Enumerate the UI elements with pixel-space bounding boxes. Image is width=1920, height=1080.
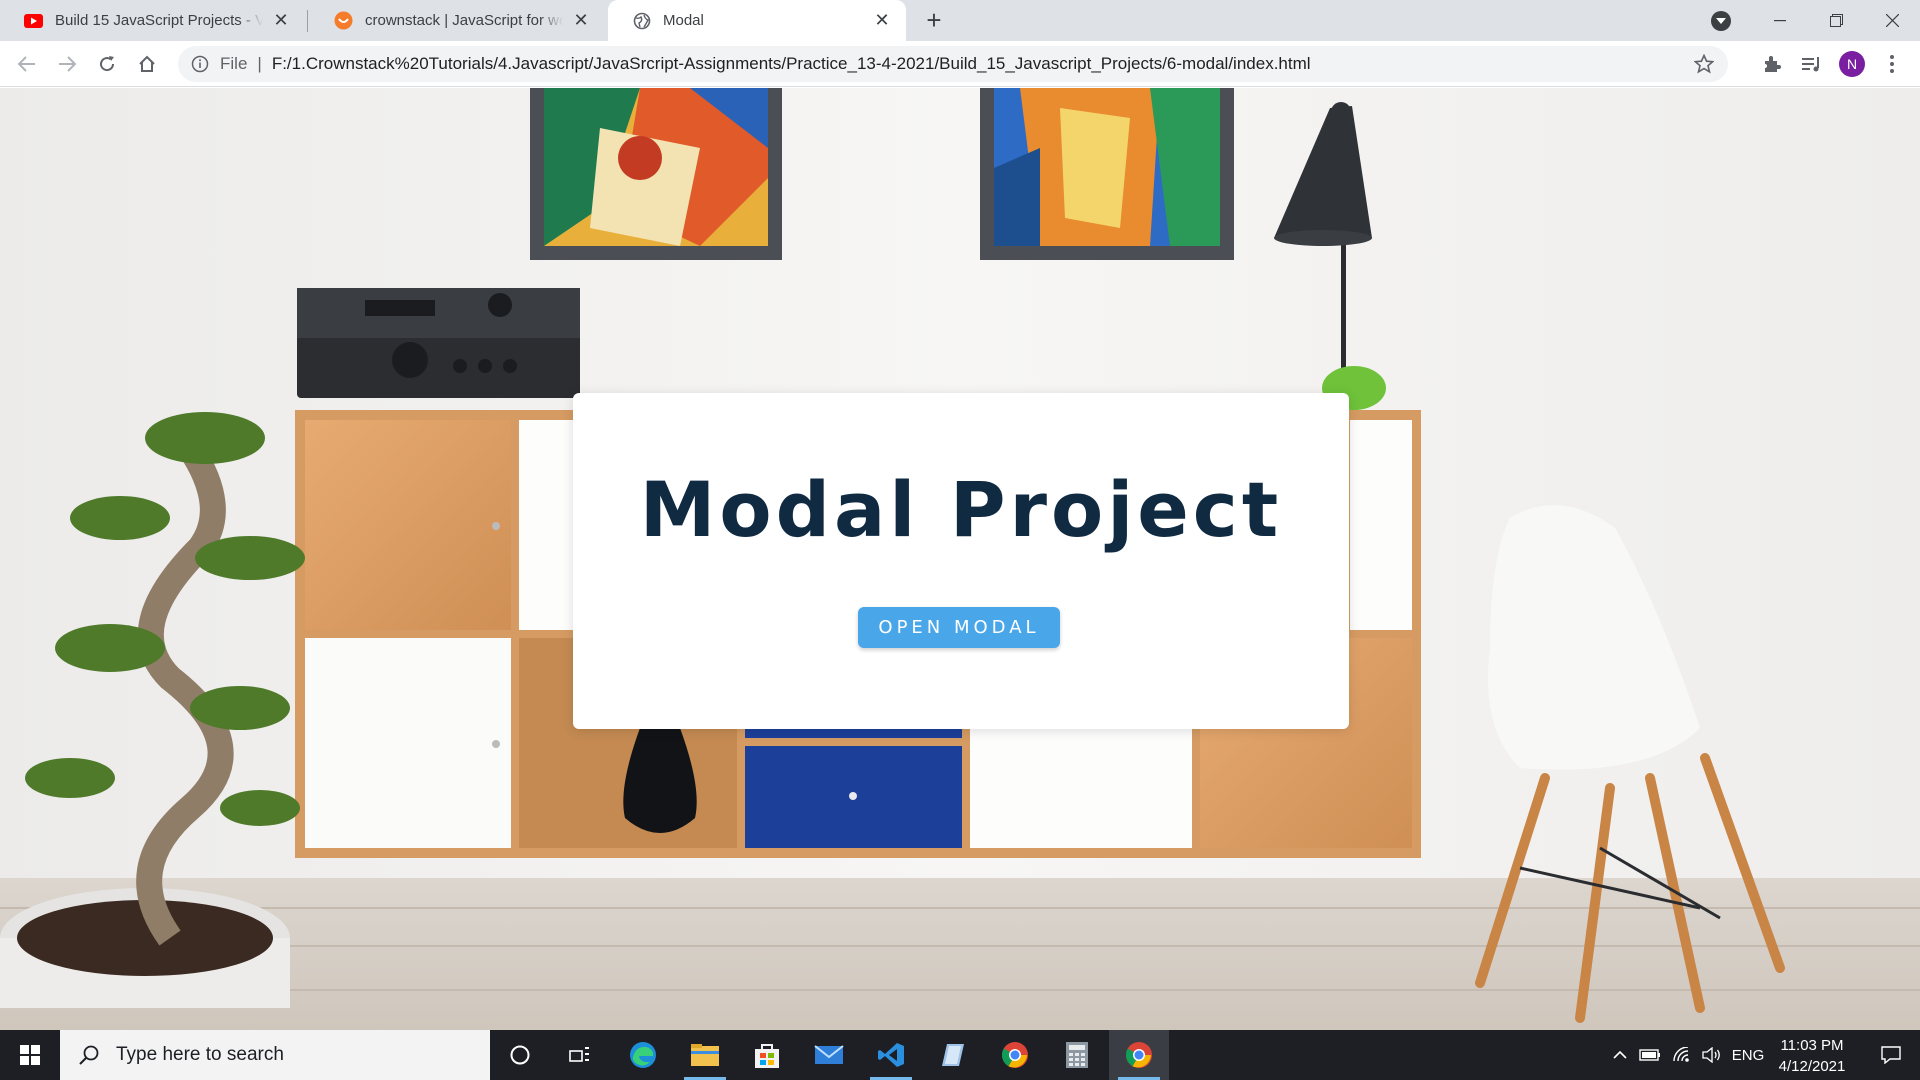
close-tab-icon[interactable]: ✕ [271,10,291,31]
url-divider: | [257,54,262,73]
browser-menu-icon[interactable] [1876,48,1908,80]
taskbar-calculator[interactable] [1047,1030,1107,1080]
windows-logo-icon [20,1045,40,1065]
windows-taskbar: Type here to search ENG 11:03 PM 4/12/20… [0,1030,1920,1080]
tab-title: Modal [663,12,704,29]
taskbar-file-explorer[interactable] [675,1030,735,1080]
crownstack-icon [334,11,353,30]
clock-time: 11:03 PM [1780,1037,1844,1054]
taskbar-store[interactable] [737,1030,797,1080]
task-view-button[interactable] [550,1030,610,1080]
battery-icon[interactable] [1636,1030,1664,1080]
new-tab-button[interactable]: + [919,5,949,35]
tab-crownstack[interactable]: crownstack | JavaScript for web developm… [310,0,605,41]
browser-toolbar: File | F:/1.Crownstack%20Tutorials/4.Jav… [0,41,1920,87]
extensions-icon[interactable] [1756,48,1788,80]
modal-card: Modal Project OPEN MODAL [573,393,1349,729]
media-control-icon[interactable] [1796,48,1828,80]
calculator-icon [1066,1042,1088,1068]
url-scheme: File [220,54,248,73]
close-window-icon[interactable] [1864,0,1920,41]
notes-app-icon [942,1044,964,1066]
volume-icon[interactable] [1698,1030,1726,1080]
url-text: F:/1.Crownstack%20Tutorials/4.Javascript… [271,54,1311,73]
browser-tab-strip: Build 15 JavaScript Projects - Vanilla J… [0,0,1920,41]
cortana-icon [510,1045,530,1065]
restore-icon[interactable] [1808,0,1864,41]
painting-right [980,88,1234,260]
globe-icon [632,11,651,30]
taskbar-clock[interactable]: 11:03 PM 4/12/2021 [1770,1035,1854,1077]
notification-center-icon[interactable] [1862,1030,1920,1080]
wifi-icon[interactable] [1668,1030,1696,1080]
taskbar-chrome[interactable] [985,1030,1045,1080]
youtube-icon [24,11,43,30]
mail-icon [814,1045,844,1064]
cortana-button[interactable] [490,1030,550,1080]
open-modal-button[interactable]: OPEN MODAL [858,607,1060,648]
home-button[interactable] [131,48,163,80]
site-info-icon[interactable] [190,54,210,74]
edge-icon [630,1042,656,1068]
taskbar-edge[interactable] [613,1030,673,1080]
back-button[interactable] [11,48,43,80]
search-icon [74,1040,104,1070]
vscode-icon [878,1043,904,1067]
store-icon [755,1044,779,1068]
taskbar-search-box[interactable]: Type here to search [60,1030,490,1080]
profile-button[interactable]: N [1836,48,1868,80]
start-button[interactable] [0,1030,60,1080]
chrome-icon [1125,1042,1152,1068]
painting-left [530,88,782,260]
window-controls [1752,0,1920,41]
language-indicator[interactable]: ENG [1728,1030,1768,1080]
tab-youtube[interactable]: Build 15 JavaScript Projects - Vanilla J… [0,0,305,41]
taskbar-mail[interactable] [799,1030,859,1080]
show-hidden-icons-chevron-icon[interactable] [1608,1030,1632,1080]
tab-title: crownstack | JavaScript for web developm… [365,12,563,29]
taskbar-vscode[interactable] [861,1030,921,1080]
tab-modal[interactable]: Modal ✕ [608,0,906,41]
minimize-icon[interactable] [1752,0,1808,41]
tab-separator [307,10,308,32]
task-view-icon [569,1047,589,1062]
close-tab-icon[interactable]: ✕ [872,10,892,31]
chrome-icon [1001,1042,1028,1068]
folder-icon [691,1044,719,1066]
address-bar[interactable]: File | F:/1.Crownstack%20Tutorials/4.Jav… [178,46,1728,82]
close-tab-icon[interactable]: ✕ [571,10,591,31]
search-placeholder: Type here to search [116,1044,284,1065]
reload-button[interactable] [91,48,123,80]
stereo [297,288,580,398]
taskbar-notes[interactable] [923,1030,983,1080]
avatar: N [1839,51,1865,77]
forward-button[interactable] [51,48,83,80]
taskbar-chrome-active[interactable] [1109,1030,1169,1080]
tab-title: Build 15 JavaScript Projects - Vanilla J… [55,12,263,29]
page-viewport: Modal Project OPEN MODAL [0,88,1920,1030]
page-title: Modal Project [639,465,1283,554]
tab-search-icon[interactable] [1711,11,1731,31]
clock-date: 4/12/2021 [1778,1058,1846,1075]
bookmark-star-icon[interactable] [1693,53,1715,74]
